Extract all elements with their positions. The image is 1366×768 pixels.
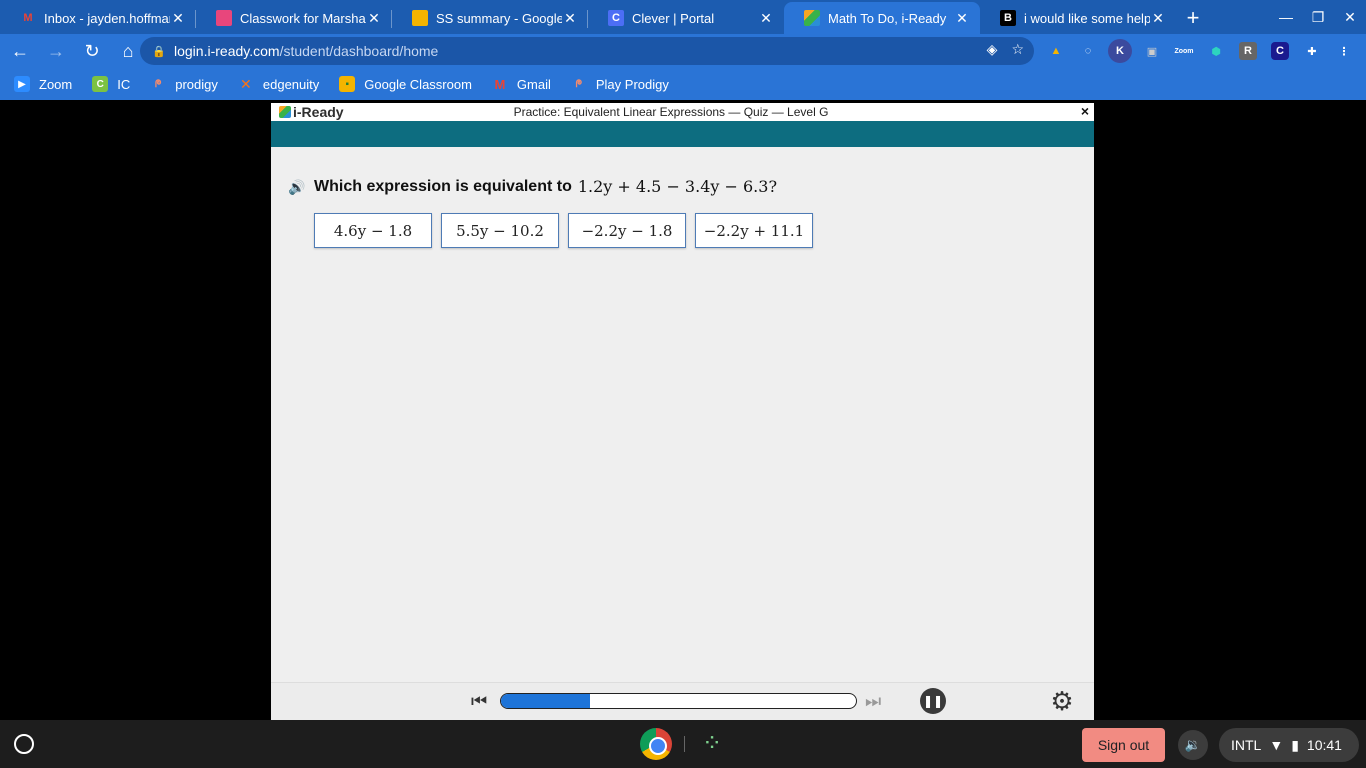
extension-c-icon[interactable]: C — [1271, 42, 1289, 60]
minimize-icon[interactable]: — — [1270, 0, 1302, 34]
previous-icon[interactable]: ⏮ — [471, 691, 487, 712]
close-icon[interactable]: ✕ — [170, 10, 186, 26]
prodigy-icon: ᖘ — [575, 78, 583, 90]
speaker-icon[interactable]: 🔊 — [288, 179, 305, 195]
answer-choice-2[interactable]: 5.5y − 10.2 — [441, 213, 559, 248]
address-bar[interactable]: 🔒 login.i-ready.com/student/dashboard/ho… — [140, 37, 1034, 65]
question: 🔊 Which expression is equivalent to 1.2y… — [288, 177, 777, 196]
bookmark-ic[interactable]: C IC — [92, 76, 130, 92]
restore-icon[interactable]: ❐ — [1302, 0, 1334, 34]
extension-zoom-icon[interactable]: Zoom — [1172, 39, 1196, 63]
edgenuity-icon: ✕ — [240, 75, 252, 92]
tab-title: SS summary - Google Sli — [436, 10, 562, 26]
close-window-icon[interactable]: ✕ — [1334, 0, 1366, 34]
launcher-icon[interactable] — [14, 734, 34, 754]
ic-icon: C — [92, 76, 109, 92]
tab-slides[interactable]: SS summary - Google Sli ✕ — [392, 2, 588, 34]
tab-clever[interactable]: C Clever | Portal ✕ — [588, 2, 784, 34]
browser-toolbar: ← → ↻ ⌂ 🔒 login.i-ready.com/student/dash… — [0, 34, 1366, 68]
tab-title: Inbox - jayden.hoffman2 — [44, 10, 170, 26]
site-settings-icon[interactable]: ◈ — [987, 41, 998, 58]
url-host: login.i-ready.com — [174, 43, 280, 59]
tab-title: Classwork for Marshall - — [240, 10, 366, 26]
close-icon[interactable]: ✕ — [758, 10, 774, 26]
bookmark-zoom[interactable]: ▶ Zoom — [14, 76, 72, 92]
tab-brainly[interactable]: B i would like some help p ✕ — [980, 2, 1176, 34]
forward-icon[interactable]: → — [40, 35, 72, 67]
gear-icon[interactable]: ⚙ — [1048, 687, 1076, 715]
lesson-banner — [271, 121, 1094, 147]
pause-button[interactable]: ❚❚ — [920, 688, 946, 714]
clever-icon: C — [608, 10, 624, 26]
next-icon[interactable]: ⏭ — [865, 691, 881, 712]
close-icon[interactable]: ✕ — [366, 10, 382, 26]
chrome-icon[interactable] — [640, 728, 672, 760]
gmail-icon: M — [494, 76, 506, 92]
bookmarks-bar: ▶ Zoom C IC ᖘ prodigy ✕ edgenuity ▪ Google Cl… — [0, 68, 1366, 100]
loading-app-icon[interactable]: ⁘ — [696, 728, 728, 760]
tab-iready[interactable]: Math To Do, i-Ready ✕ — [784, 2, 980, 34]
bookmark-prodigy[interactable]: ᖘ prodigy — [150, 76, 218, 92]
close-icon[interactable]: ✕ — [562, 10, 578, 26]
extension-drive-icon[interactable]: ▲ — [1044, 39, 1068, 63]
url-path: /student/dashboard/home — [279, 43, 439, 59]
extension-shield-icon[interactable]: ⬢ — [1204, 39, 1228, 63]
brainly-icon: B — [1000, 10, 1016, 26]
answer-choice-1[interactable]: 4.6y − 1.8 — [314, 213, 432, 248]
keyboard-layout: INTL — [1231, 737, 1262, 753]
lesson-controls: ⏮ ⏭ ❚❚ ⚙ — [271, 682, 1094, 720]
bookmark-edgenuity[interactable]: ✕ edgenuity — [238, 76, 319, 92]
extension-k-icon[interactable]: K — [1108, 39, 1132, 63]
battery-icon: ▮ — [1291, 736, 1299, 753]
menu-icon[interactable]: ⋮ — [1332, 39, 1356, 63]
answer-choice-3[interactable]: −2.2y − 1.8 — [568, 213, 686, 248]
extension-copy-icon[interactable]: ▣ — [1140, 39, 1164, 63]
bookmark-google-classroom[interactable]: ▪ Google Classroom — [339, 76, 472, 92]
close-icon[interactable]: ✕ — [1150, 10, 1166, 26]
iready-lesson: i-Ready Practice: Equivalent Linear Expr… — [271, 103, 1094, 720]
progress-bar — [500, 693, 857, 709]
wifi-icon: ▼ — [1269, 737, 1284, 753]
lesson-header: i-Ready Practice: Equivalent Linear Expr… — [271, 103, 1094, 121]
answer-choice-4[interactable]: −2.2y + 11.1 — [695, 213, 813, 248]
tab-strip: M Inbox - jayden.hoffman2 ✕ Classwork fo… — [0, 0, 1366, 34]
bookmark-play-prodigy[interactable]: ᖘ Play Prodigy — [571, 76, 669, 92]
lesson-title: Practice: Equivalent Linear Expressions … — [513, 105, 829, 119]
bookmark-gmail[interactable]: M Gmail — [492, 76, 551, 92]
classroom-icon — [216, 10, 232, 26]
puzzle-icon[interactable]: ✚ — [1300, 39, 1324, 63]
tab-title: Clever | Portal — [632, 10, 715, 26]
new-tab-button[interactable]: + — [1176, 2, 1210, 34]
zoom-icon: ▶ — [14, 76, 30, 92]
chromeos-shelf: ⁘ Sign out 🔉 INTL ▼ ▮ 10:41 — [0, 720, 1366, 768]
status-tray[interactable]: INTL ▼ ▮ 10:41 — [1219, 728, 1359, 762]
star-icon[interactable]: ☆ — [1011, 41, 1024, 58]
back-icon[interactable]: ← — [4, 35, 36, 67]
sign-out-button[interactable]: Sign out — [1082, 728, 1165, 762]
tab-title: Math To Do, i-Ready — [828, 10, 947, 26]
close-icon[interactable]: ✕ — [954, 10, 970, 26]
extensions-area: ▲ ◌ K ▣ Zoom ⬢ R C ✚ ⋮ — [1044, 39, 1356, 63]
classroom-icon: ▪ — [339, 76, 356, 92]
select-to-speak-icon[interactable]: 🔉 — [1178, 730, 1208, 760]
prodigy-icon: ᖘ — [155, 78, 162, 90]
page-content: i-Ready Practice: Equivalent Linear Expr… — [0, 100, 1366, 720]
extension-loading-icon[interactable]: ◌ — [1076, 39, 1100, 63]
tab-title: i would like some help p — [1024, 10, 1150, 26]
lock-icon: 🔒 — [152, 45, 166, 58]
gmail-icon: M — [23, 12, 33, 24]
iready-icon — [804, 10, 820, 26]
clock: 10:41 — [1306, 737, 1342, 753]
lesson-close-button[interactable]: × — [1078, 103, 1092, 119]
question-prompt: Which expression is equivalent to — [314, 177, 572, 195]
answer-choices: 4.6y − 1.8 5.5y − 10.2 −2.2y − 1.8 −2.2y… — [314, 213, 813, 248]
extension-r-icon[interactable]: R — [1239, 42, 1257, 60]
tab-gmail[interactable]: M Inbox - jayden.hoffman2 ✕ — [0, 2, 196, 34]
reload-icon[interactable]: ↻ — [76, 35, 108, 67]
question-expression: 1.2y + 4.5 − 3.4y − 6.3? — [577, 177, 778, 196]
progress-fill — [501, 694, 590, 708]
tab-classroom[interactable]: Classwork for Marshall - ✕ — [196, 2, 392, 34]
slides-icon — [412, 10, 428, 26]
window-controls: — ❐ ✕ — [1270, 0, 1366, 34]
